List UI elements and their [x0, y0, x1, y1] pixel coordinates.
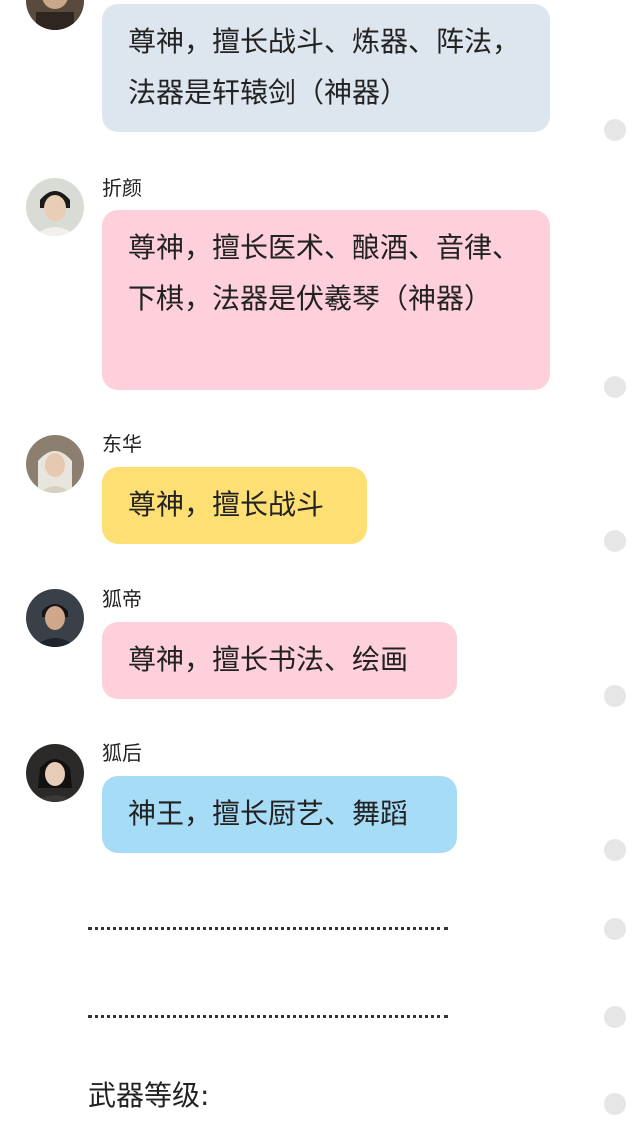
- sender-name: 东华: [102, 432, 142, 456]
- weapon-level-heading: 武器等级:: [88, 1079, 210, 1112]
- portrait-icon: [26, 589, 84, 647]
- status-dot: [604, 119, 626, 141]
- status-dot: [604, 1006, 626, 1028]
- sender-avatar[interactable]: [26, 589, 84, 647]
- message-bubble[interactable]: 神王，擅长厨艺、舞蹈: [102, 776, 457, 853]
- portrait-icon: [26, 744, 84, 802]
- status-dot: [604, 1093, 626, 1115]
- portrait-icon: [26, 178, 84, 236]
- message-bubble[interactable]: 尊神，擅长书法、绘画: [102, 622, 457, 699]
- sender-avatar[interactable]: [26, 435, 84, 493]
- message-text: 尊神，擅长书法、绘画: [128, 643, 409, 676]
- status-dot: [604, 530, 626, 552]
- message-bubble[interactable]: 尊神，擅长战斗: [102, 467, 367, 544]
- status-dot: [604, 918, 626, 940]
- message-bubble[interactable]: 尊神，擅长医术、酿酒、音律、下棋，法器是伏羲琴（神器）: [102, 210, 550, 390]
- message-text: 尊神，擅长战斗、炼器、阵法，法器是轩辕剑（神器）: [128, 25, 521, 109]
- message-text: 神王，擅长厨艺、舞蹈: [128, 797, 409, 830]
- dotted-separator: [88, 1015, 448, 1018]
- sender-avatar[interactable]: [26, 178, 84, 236]
- portrait-icon: [26, 435, 84, 493]
- status-dot: [604, 839, 626, 861]
- dotted-separator: [88, 927, 448, 930]
- sender-name: 狐帝: [102, 587, 142, 611]
- sender-avatar[interactable]: [26, 744, 84, 802]
- status-dot: [604, 376, 626, 398]
- sender-avatar[interactable]: [26, 0, 84, 30]
- message-bubble[interactable]: 尊神，擅长战斗、炼器、阵法，法器是轩辕剑（神器）: [102, 4, 550, 132]
- message-text: 尊神，擅长战斗: [128, 488, 325, 521]
- status-dot: [604, 685, 626, 707]
- sender-name: 折颜: [102, 176, 142, 200]
- portrait-partial-icon: [26, 0, 84, 30]
- message-text: 尊神，擅长医术、酿酒、音律、下棋，法器是伏羲琴（神器）: [128, 231, 521, 315]
- sender-name: 狐后: [102, 741, 142, 765]
